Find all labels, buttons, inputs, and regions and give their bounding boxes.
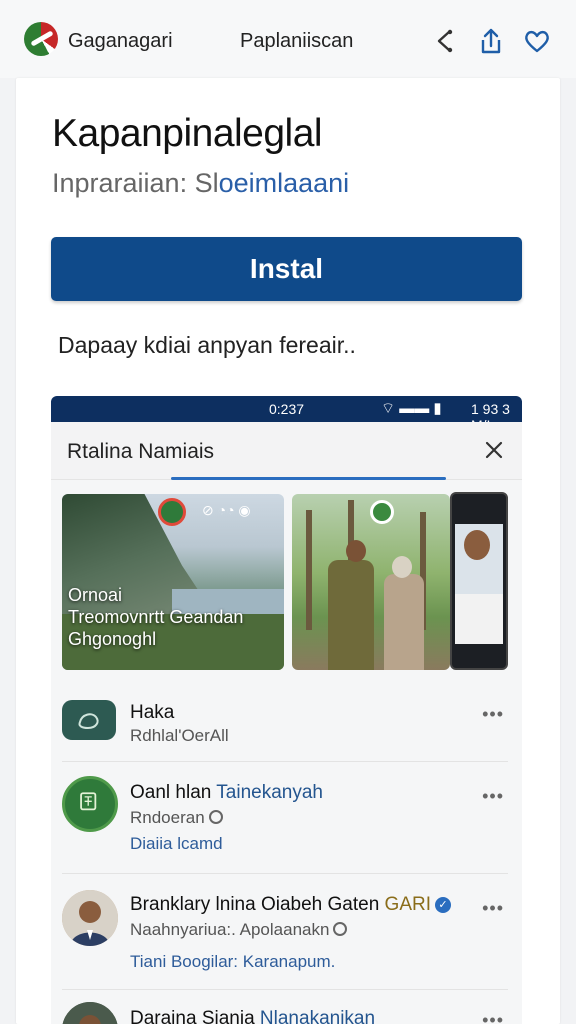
list-item-title-suffix: GARI <box>384 894 431 915</box>
app-subtitle-plain: Inpraraiian: Sl <box>52 168 219 198</box>
list-item-title-text: Daraina Sianja <box>130 1008 260 1024</box>
media-controls-icon[interactable]: ⊘ ◔◔ ◉ <box>202 502 251 519</box>
person-figure <box>384 574 424 670</box>
gallery-image-people[interactable] <box>292 494 450 670</box>
list-item-title: Branklary lnina Oiabeh Gaten GARI ✓ <box>130 894 451 916</box>
list-item-subtitle: Rdhlal'OerAll <box>130 726 229 745</box>
list-item[interactable]: Haka Rdhlal'OerAll ••• <box>62 686 508 762</box>
person-figure <box>328 560 374 670</box>
clock-icon <box>333 922 348 936</box>
caption-line-1: Ornoai <box>68 585 123 605</box>
list-item-title: Haka <box>130 702 175 723</box>
person-head <box>346 540 366 562</box>
person-face <box>464 530 490 560</box>
list-item-link[interactable]: Diaiia lcamd <box>130 834 223 854</box>
list-item-title: Oanl hlan Tainekanyah <box>130 782 323 804</box>
emblem-icon <box>62 776 118 832</box>
list-item[interactable]: Branklary lnina Oiabeh Gaten GARI ✓ Naahn… <box>62 876 508 990</box>
top-bar: Gaganagari Paplaniiscan <box>0 0 576 78</box>
brand-logo-icon[interactable] <box>24 22 58 56</box>
heart-icon[interactable] <box>522 26 552 56</box>
list-item-subtitle: Naahnyariua:. Apolaanakn <box>130 920 348 940</box>
list-item-subtitle-text: Naahnyariua:. Apolaanakn <box>130 920 330 939</box>
more-options-icon[interactable]: ••• <box>482 786 504 807</box>
phone-screen-lower <box>455 594 503 644</box>
list-item-link[interactable]: Tiani Boogilar: Karanapum. <box>130 952 335 972</box>
gallery-image-phone[interactable] <box>450 492 508 670</box>
verified-icon: ✓ <box>435 897 451 913</box>
signal-icon: ⌔ ▬▬ ▮ <box>381 400 442 417</box>
person-head <box>392 556 412 578</box>
share-icon[interactable] <box>430 26 460 56</box>
badge-icon <box>158 498 186 526</box>
mascot-icon <box>62 700 116 740</box>
app-description: Dapaay kdiai anpyan fereair.. <box>58 332 356 358</box>
list-item[interactable]: Oanl hlan Tainekanyah Rndoeran Diaiia lc… <box>62 764 508 874</box>
active-tab-indicator <box>171 477 446 480</box>
badge-icon <box>370 500 394 524</box>
upload-icon[interactable] <box>476 26 506 56</box>
app-title: Kapanpinaleglal <box>52 112 323 155</box>
close-icon[interactable] <box>482 438 506 462</box>
phone-header: Rtalina Namiais <box>51 422 522 480</box>
list-item-title-suffix[interactable]: Nlanakanikan <box>260 1008 375 1024</box>
page-name: Paplaniiscan <box>240 30 354 52</box>
phone-status-bar: 0:237 ⌔ ▬▬ ▮ 1 93 3 M/I <box>51 396 522 433</box>
clock-icon <box>208 810 223 824</box>
list-item-title-text: Branklary lnina Oiabeh Gaten <box>130 894 385 915</box>
caption-line-2: Treomovnrtt Geandan <box>68 607 244 627</box>
list-item-subtitle-text: Rndoeran <box>130 808 205 827</box>
avatar-icon <box>62 1002 118 1024</box>
avatar-icon <box>62 890 118 946</box>
status-time: 0:237 <box>269 401 305 417</box>
more-options-icon[interactable]: ••• <box>482 704 504 725</box>
brand-name[interactable]: Gaganagari <box>68 30 173 53</box>
install-button[interactable]: Instal <box>51 237 522 301</box>
list-item-subtitle: Rndoeran <box>130 808 223 828</box>
gallery-image-coast[interactable]: ⊘ ◔◔ ◉ Ornoai Treomovnrtt Geandan Ghgono… <box>62 494 284 670</box>
palm-trunk <box>306 510 312 630</box>
more-options-icon[interactable]: ••• <box>482 1010 504 1024</box>
list-item[interactable]: Daraina Sianja Nlanakanikan ••• <box>62 992 508 1024</box>
app-subtitle-highlight[interactable]: oeimlaaani <box>219 168 350 198</box>
app-subtitle: Inpraraiian: Sloeimlaaani <box>52 168 349 199</box>
list-item-title-suffix[interactable]: Tainekanyah <box>216 782 323 803</box>
image-caption: Ornoai Treomovnrtt Geandan Ghgonoghl <box>68 584 243 650</box>
list-item-title-text: Oanl hlan <box>130 782 217 803</box>
list-item-title: Daraina Sianja Nlanakanikan <box>130 1008 375 1024</box>
caption-line-3: Ghgonoghl <box>68 629 157 649</box>
more-options-icon[interactable]: ••• <box>482 898 504 919</box>
phone-header-title: Rtalina Namiais <box>67 440 215 463</box>
